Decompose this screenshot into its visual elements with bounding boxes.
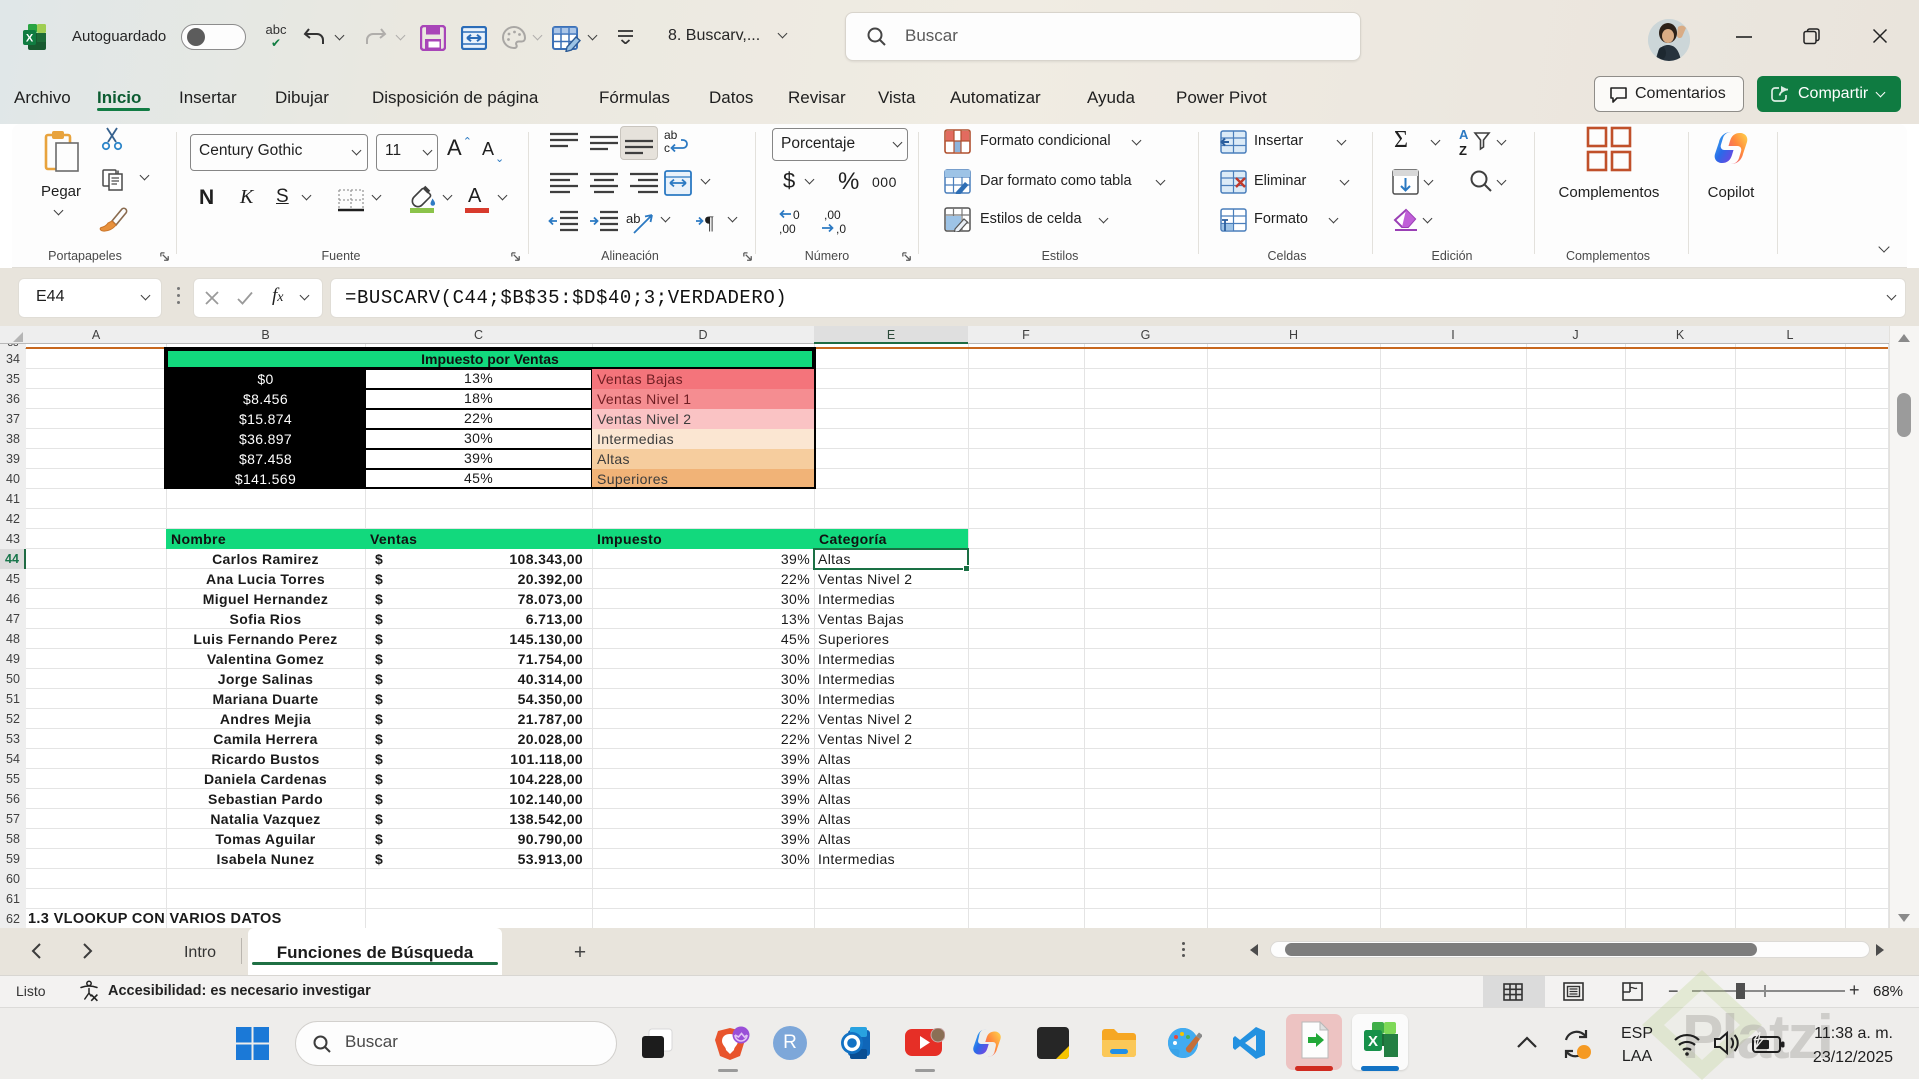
svg-text:A: A — [1459, 127, 1469, 142]
svg-text:ab: ab — [626, 211, 640, 226]
svg-text:,0: ,0 — [836, 222, 846, 236]
svg-text:,00: ,00 — [779, 222, 796, 236]
svg-text:c: c — [664, 141, 670, 155]
svg-text:ab: ab — [664, 128, 678, 142]
svg-text:0: 0 — [793, 208, 800, 222]
svg-text:¶: ¶ — [705, 213, 714, 234]
svg-text:Z: Z — [1459, 143, 1467, 157]
svg-text:,00: ,00 — [824, 208, 841, 222]
svg-text:X: X — [1368, 1033, 1378, 1050]
svg-text:X: X — [26, 33, 34, 45]
